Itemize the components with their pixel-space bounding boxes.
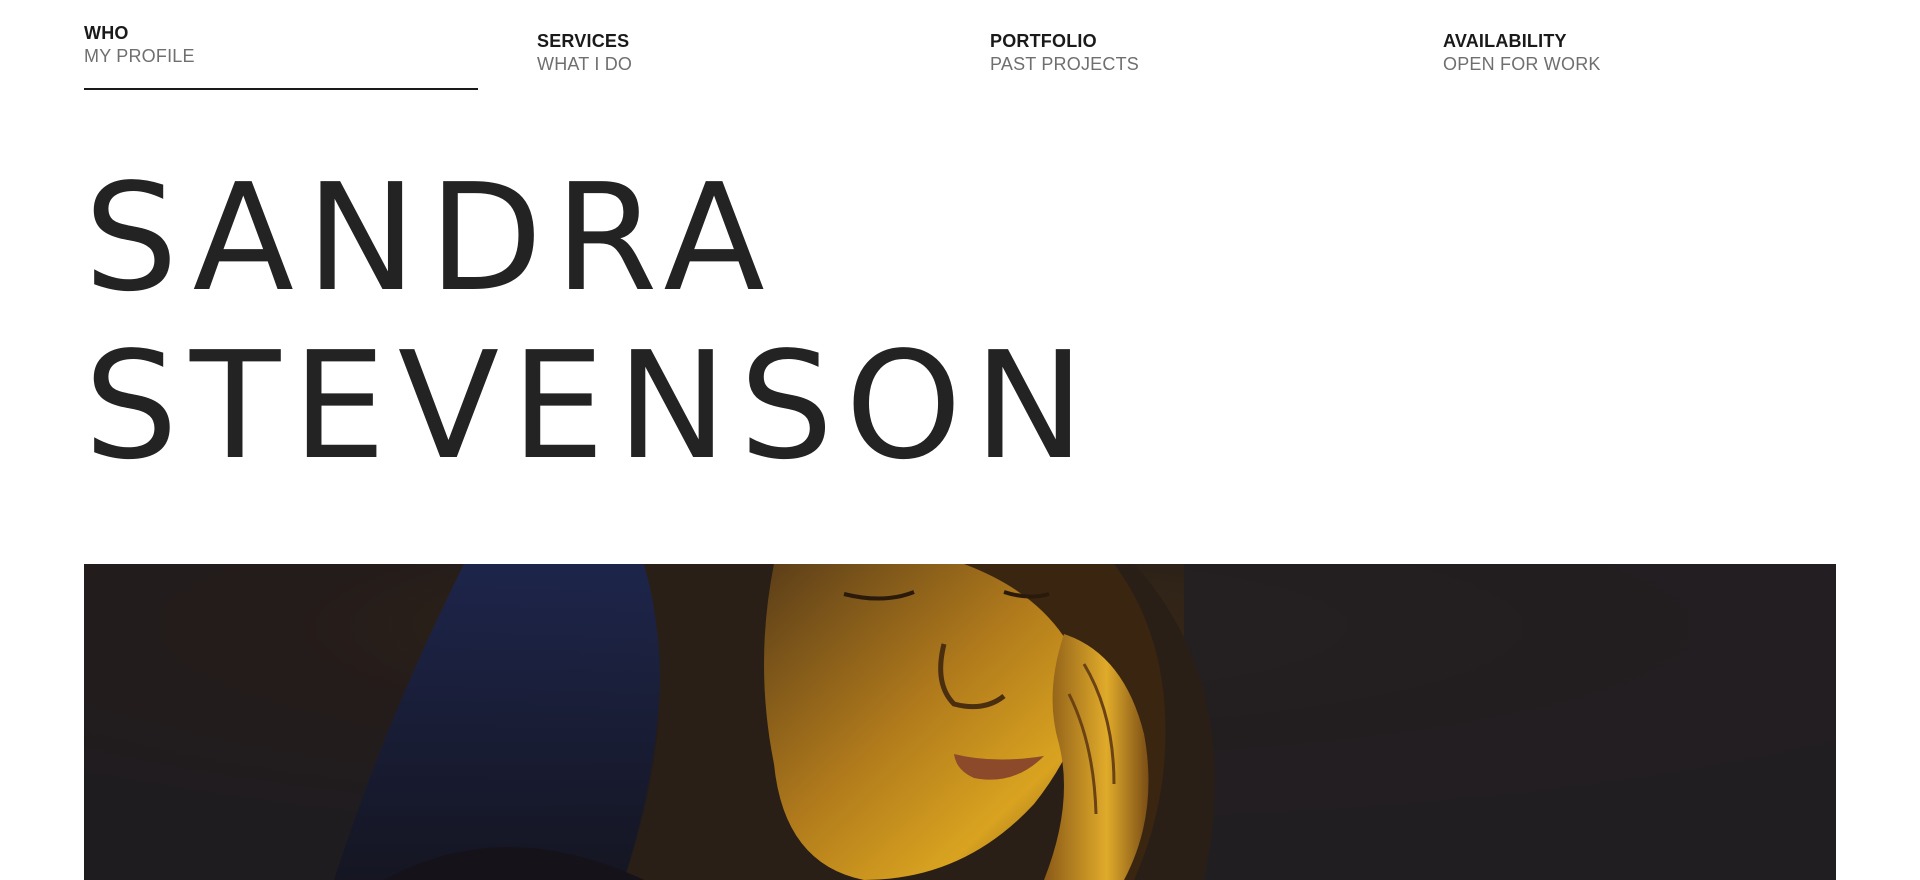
nav-item-portfolio[interactable]: PORTFOLIO PAST PROJECTS — [990, 30, 1384, 90]
nav-item-availability[interactable]: AVAILABILITY OPEN FOR WORK — [1443, 30, 1837, 90]
nav-item-who[interactable]: WHO MY PROFILE — [84, 22, 478, 90]
portrait-illustration — [84, 564, 1836, 880]
nav-item-subtitle: MY PROFILE — [84, 46, 195, 66]
hero-last-name: STEVENSON — [84, 320, 1097, 492]
hero-portrait-photo — [84, 564, 1836, 880]
nav-item-subtitle: WHAT I DO — [537, 54, 633, 74]
hero-name-heading: SANDRA STEVENSON — [84, 154, 1096, 490]
top-navigation: WHO MY PROFILE SERVICES WHAT I DO PORTFO… — [0, 0, 1920, 100]
hero-first-name: SANDRA — [84, 152, 777, 324]
nav-item-subtitle: OPEN FOR WORK — [1443, 54, 1601, 74]
nav-item-title: WHO — [84, 23, 129, 43]
nav-item-title: SERVICES — [537, 31, 630, 51]
nav-item-subtitle: PAST PROJECTS — [990, 54, 1139, 74]
nav-item-services[interactable]: SERVICES WHAT I DO — [537, 30, 931, 90]
nav-item-title: PORTFOLIO — [990, 31, 1097, 51]
nav-item-title: AVAILABILITY — [1443, 31, 1567, 51]
